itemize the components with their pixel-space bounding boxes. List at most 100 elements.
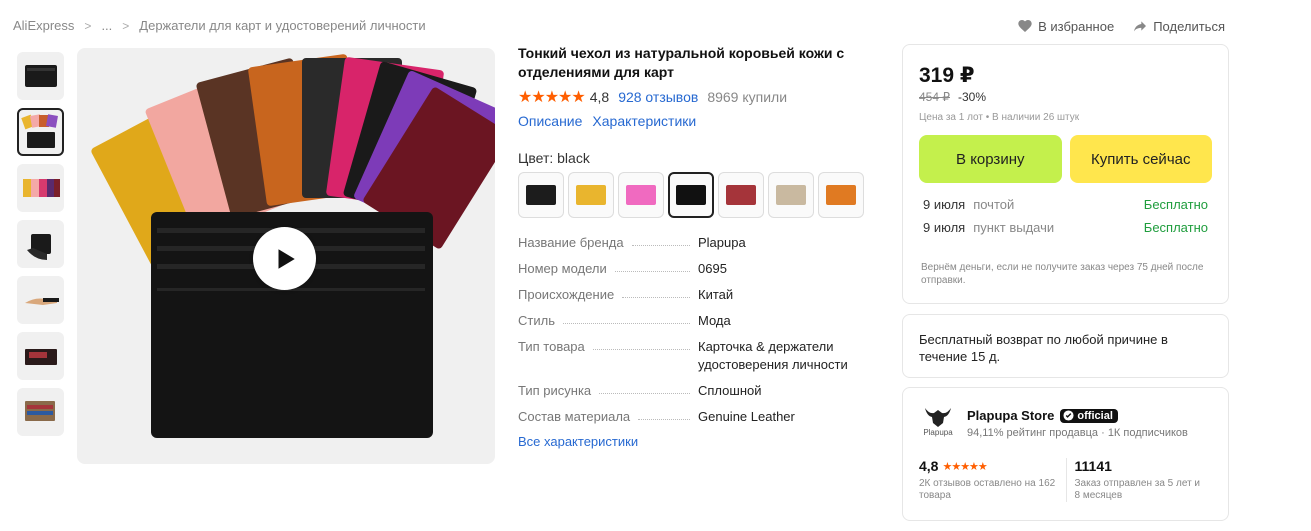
product-main-image[interactable] — [77, 48, 495, 464]
breadcrumb: AliExpress > ... > Держатели для карт и … — [13, 18, 426, 33]
store-orders: 11141 — [1074, 458, 1112, 474]
thumbnail-5[interactable] — [17, 276, 64, 324]
delivery-option[interactable]: 9 июля пункт выдачи Бесплатно — [919, 220, 1212, 235]
delivery-price: Бесплатно — [1143, 220, 1208, 235]
wallet-thumbnail-image — [24, 65, 57, 87]
swatch-card — [726, 185, 756, 205]
color-label: Цвет: black — [518, 150, 590, 166]
buy-box: 319 ₽ 454 ₽ -30% Цена за 1 лот • В налич… — [902, 44, 1229, 304]
swatch-black-selected[interactable] — [668, 172, 714, 218]
store-orders-stat: 11141 Заказ отправлен за 5 лет и 8 месяц… — [1065, 458, 1213, 502]
swatch-card — [676, 185, 706, 205]
share-button[interactable]: Поделиться — [1132, 18, 1225, 34]
swatch-card — [576, 185, 606, 205]
heart-icon — [1018, 20, 1032, 32]
thumbnail-7[interactable] — [17, 388, 64, 436]
sold-count: 8969 купили — [707, 89, 788, 105]
thumbnail-4[interactable] — [17, 220, 64, 268]
swatch-red[interactable] — [718, 172, 764, 218]
thumbnail-2[interactable] — [17, 108, 64, 156]
product-info: Тонкий чехол из натуральной коровьей кож… — [518, 44, 868, 449]
rating-stars-icon: ★★★★★ — [518, 89, 586, 106]
store-stars-icon: ★★★★★ — [942, 460, 987, 473]
swatch-card — [526, 185, 556, 205]
store-name[interactable]: Plapupa Store — [967, 408, 1054, 423]
spec-row: Состав материала Genuine Leather — [518, 408, 868, 426]
breadcrumb-item-ellipsis[interactable]: ... — [101, 18, 112, 33]
chevron-right-icon: > — [84, 18, 92, 33]
spec-value: Plapupa — [698, 235, 746, 250]
thumbnail-list — [17, 52, 64, 436]
delivery-date: 9 июля — [923, 220, 966, 235]
product-title: Тонкий чехол из натуральной коровьей кож… — [518, 45, 845, 80]
thumbnail-3[interactable] — [17, 164, 64, 212]
store-score-note: 2К отзывов оставлено на 162 товара — [919, 478, 1056, 501]
spec-key: Состав материала — [518, 409, 631, 424]
top-actions: В избранное Поделиться — [1017, 18, 1225, 34]
swatch-card — [826, 185, 856, 205]
delivery-price: Бесплатно — [1143, 197, 1208, 212]
subscribers-count: 1К подписчиков — [1107, 427, 1188, 439]
buy-now-button[interactable]: Купить сейчас — [1069, 135, 1212, 183]
purchase-buttons: В корзину Купить сейчас — [919, 135, 1212, 183]
spec-row: Тип рисунка Сплошной — [518, 382, 868, 400]
store-header[interactable]: Plapupa Plapupa Store official 94,11% ре… — [919, 404, 1212, 444]
spec-row: Стиль Мода — [518, 312, 868, 330]
chevron-right-icon: > — [122, 18, 130, 33]
return-policy[interactable]: Бесплатный возврат по любой причине в те… — [902, 314, 1229, 378]
tab-specs[interactable]: Характеристики — [592, 113, 696, 129]
swatch-black[interactable] — [518, 172, 564, 218]
all-specs-link[interactable]: Все характеристики — [518, 434, 868, 449]
official-badge: official — [1060, 408, 1118, 423]
spec-row: Происхождение Китай — [518, 286, 868, 304]
store-stats: 4,8 ★★★★★ 2К отзывов оставлено на 162 тов… — [919, 458, 1212, 502]
spec-key: Название бренда — [518, 235, 624, 250]
swatch-card — [776, 185, 806, 205]
store-logo-text: Plapupa — [923, 428, 953, 437]
bull-logo-icon — [925, 408, 951, 427]
play-video-button[interactable] — [253, 227, 316, 290]
verified-check-icon — [1063, 410, 1074, 421]
swatch-orange[interactable] — [818, 172, 864, 218]
old-price-row: 454 ₽ -30% — [919, 90, 1212, 104]
swatch-yellow[interactable] — [568, 172, 614, 218]
swatch-pink[interactable] — [618, 172, 664, 218]
wallet-in-hand-thumbnail-image — [26, 234, 51, 260]
tab-description[interactable]: Описание — [518, 113, 582, 129]
lot-info: Цена за 1 лот • В наличии 26 штук — [919, 112, 1080, 123]
play-icon — [278, 248, 295, 269]
wallet-thumbnail-image — [22, 179, 60, 197]
reviews-link[interactable]: 928 отзывов — [618, 89, 698, 105]
store-score: 4,8 — [919, 458, 939, 474]
spec-key: Тип рисунка — [518, 383, 592, 398]
wallet-in-pocket-thumbnail-image — [24, 298, 59, 305]
swatch-card — [626, 185, 656, 205]
delivery-method: почтой — [973, 197, 1015, 212]
wallet-cards-thumbnail-image — [24, 401, 55, 421]
store-sub: 94,11% рейтинг продавца · 1К подписчиков — [967, 427, 1188, 439]
store-card: Plapupa Plapupa Store official 94,11% ре… — [902, 387, 1229, 521]
old-price: 454 ₽ — [919, 90, 950, 104]
thumbnail-6[interactable] — [17, 332, 64, 380]
spec-row: Тип товара Карточка & держатели удостовер… — [518, 338, 868, 374]
breadcrumb-item-aliexpress[interactable]: AliExpress — [13, 18, 74, 33]
swatch-beige[interactable] — [768, 172, 814, 218]
add-to-cart-button[interactable]: В корзину — [919, 135, 1062, 183]
share-label: Поделиться — [1153, 18, 1225, 34]
delivery-option[interactable]: 9 июля почтой Бесплатно — [919, 197, 1212, 212]
favorite-button[interactable]: В избранное — [1017, 18, 1114, 34]
spec-row: Номер модели 0695 — [518, 260, 868, 278]
spec-key: Стиль — [518, 313, 555, 328]
delivery-date: 9 июля — [923, 197, 966, 212]
thumbnail-1[interactable] — [17, 52, 64, 100]
discount-badge: -30% — [958, 90, 987, 104]
spec-value: 0695 — [698, 261, 727, 276]
rating-value: 4,8 — [589, 89, 610, 105]
delivery-method: пункт выдачи — [973, 220, 1055, 235]
store-name-row: Plapupa Store official — [967, 408, 1188, 423]
store-logo: Plapupa — [919, 404, 957, 444]
wallet-open-thumbnail-image — [24, 349, 57, 365]
breadcrumb-item-category[interactable]: Держатели для карт и удостоверений лично… — [139, 18, 425, 33]
spec-value: Карточка & держатели удостоверения лично… — [698, 339, 848, 372]
seller-rating: 94,11% рейтинг продавца — [967, 427, 1099, 439]
